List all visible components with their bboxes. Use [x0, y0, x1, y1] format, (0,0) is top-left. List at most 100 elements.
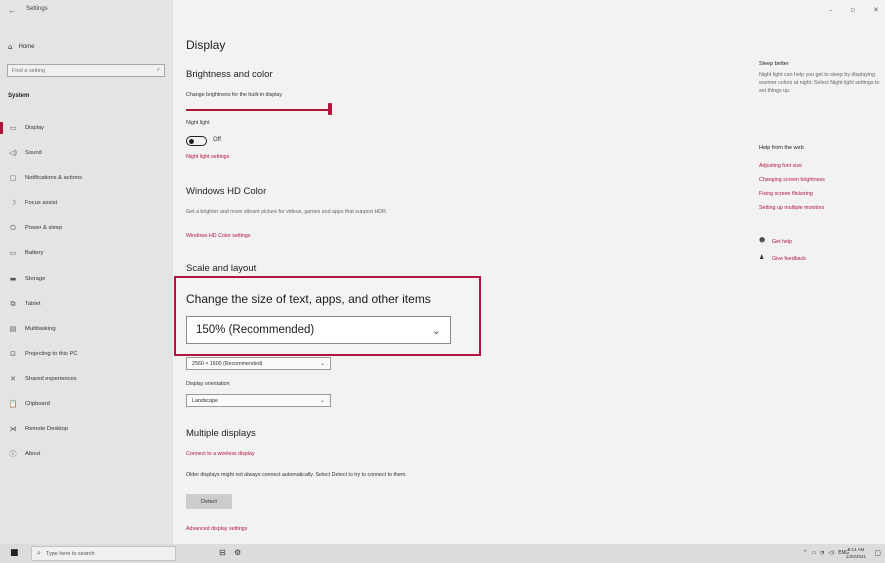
chevron-down-icon: ⌄ — [319, 397, 325, 404]
system-tray: ^ ▭ ◔ ◁) ENG — [803, 550, 849, 556]
night-light-state: Off — [213, 137, 221, 143]
clock[interactable]: 8:14 AM 1/20/2021 — [846, 546, 866, 560]
sidebar-item-label: Battery — [25, 250, 44, 256]
moon-icon: ☽ — [9, 199, 17, 207]
search-placeholder: Find a setting — [12, 67, 46, 74]
orientation-value: Landscape — [192, 397, 218, 404]
resolution-dropdown[interactable]: 2560 × 1600 (Recommended) ⌄ — [186, 357, 331, 370]
get-help-icon: ☻ — [759, 237, 766, 244]
multitasking-icon: ▤ — [9, 325, 17, 333]
help-link-font-size[interactable]: Adjusting font size — [759, 163, 802, 169]
remote-desktop-icon: ⋊ — [9, 425, 17, 433]
sidebar-item-label: Notifications & actions — [25, 175, 83, 181]
sidebar-item-label: Projecting to this PC — [25, 351, 78, 357]
sleep-better-heading: Sleep better — [759, 61, 789, 67]
hdr-heading: Windows HD Color — [186, 186, 267, 197]
sidebar-item-focus-assist[interactable]: ☽ Focus assist — [0, 194, 173, 212]
sidebar: ← Settings ⌂ Home Find a setting ⌕ Syste… — [0, 0, 173, 544]
sidebar-item-label: Focus assist — [25, 200, 58, 206]
sidebar-item-sound[interactable]: ◁) Sound — [0, 144, 173, 162]
orientation-dropdown[interactable]: Landscape ⌄ — [186, 394, 331, 407]
battery-icon: ▭ — [9, 249, 17, 257]
search-icon: ⌕ — [37, 549, 41, 557]
sidebar-item-label: Multitasking — [25, 326, 56, 332]
detect-button[interactable]: Detect — [186, 494, 232, 509]
wireless-display-link[interactable]: Connect to a wireless display — [186, 451, 255, 457]
sidebar-item-label: Remote Desktop — [25, 426, 69, 432]
scale-callout-label: Change the size of text, apps, and other… — [186, 292, 431, 306]
notification-center-icon[interactable]: ▢ — [874, 549, 881, 557]
windows-start-icon[interactable]: ■ — [10, 549, 19, 558]
sidebar-item-projecting[interactable]: ⊡ Projecting to this PC — [0, 345, 173, 363]
sidebar-item-clipboard[interactable]: 📋 Clipboard — [0, 395, 173, 413]
sidebar-item-label: Sound — [25, 150, 42, 156]
sidebar-home[interactable]: ⌂ Home — [8, 43, 34, 51]
sidebar-item-notifications[interactable]: ▢ Notifications & actions — [0, 169, 173, 187]
sidebar-item-battery[interactable]: ▭ Battery — [0, 244, 173, 262]
help-link-monitors[interactable]: Setting up multiple monitors — [759, 205, 824, 211]
sidebar-item-remote-desktop[interactable]: ⋊ Remote Desktop — [0, 420, 173, 438]
sidebar-item-label: Storage — [25, 276, 46, 282]
tablet-icon: ⧉ — [10, 299, 16, 308]
minimize-icon[interactable]: – — [829, 6, 833, 14]
hdr-description: Get a brighter and more vibrant picture … — [186, 209, 388, 215]
page-title: Display — [186, 38, 226, 52]
sidebar-item-about[interactable]: ⓘ About — [0, 445, 173, 463]
sidebar-item-label: About — [25, 451, 41, 457]
sidebar-item-label: Clipboard — [25, 401, 50, 407]
active-indicator — [0, 122, 3, 134]
give-feedback-link[interactable]: Give feedback — [772, 256, 806, 262]
sleep-better-text: Night light can help you get to sleep by… — [759, 72, 880, 94]
home-label: Home — [18, 44, 35, 50]
shared-icon: ✕ — [10, 375, 16, 383]
help-link-flickering[interactable]: Fixing screen flickering — [759, 191, 813, 197]
window-title: Settings — [26, 6, 48, 12]
taskbar-search[interactable]: ⌕ Type here to search — [31, 546, 176, 561]
volume-icon[interactable]: ◁) — [828, 550, 834, 556]
chevron-down-icon: ⌄ — [431, 323, 441, 337]
sidebar-item-power-sleep[interactable]: ⏻ Power & sleep — [0, 219, 173, 237]
help-link-brightness[interactable]: Changing screen brightness — [759, 177, 825, 183]
battery-icon[interactable]: ▭ — [811, 550, 816, 556]
sidebar-item-label: Tablet — [25, 301, 41, 307]
night-light-settings-link[interactable]: Night light settings — [186, 154, 229, 160]
scale-heading: Scale and layout — [186, 263, 257, 274]
orientation-label: Display orientation — [186, 381, 230, 387]
clock-time: 8:14 AM — [847, 547, 865, 552]
brightness-heading: Brightness and color — [186, 69, 273, 80]
task-view-icon[interactable]: ⊟ — [219, 548, 226, 557]
settings-gear-icon[interactable]: ⚙ — [234, 548, 241, 557]
storage-icon: ▬ — [9, 275, 17, 283]
maximize-icon[interactable]: ▫ — [850, 6, 855, 14]
sidebar-item-shared-experiences[interactable]: ✕ Shared experiences — [0, 370, 173, 388]
window-controls: – ▫ ✕ — [829, 6, 879, 14]
night-light-label: Night light — [186, 120, 210, 126]
sidebar-item-tablet[interactable]: ⧉ Tablet — [0, 295, 173, 313]
detect-description: Older displays might not always connect … — [186, 472, 407, 478]
brightness-slider-track[interactable] — [186, 109, 332, 111]
hdr-settings-link[interactable]: Windows HD Color settings — [186, 233, 250, 239]
scale-value: 150% (Recommended) — [196, 324, 315, 336]
brightness-slider-label: Change brightness for the built-in displ… — [186, 92, 282, 98]
section-label: System — [8, 93, 30, 99]
scale-dropdown[interactable]: 150% (Recommended) ⌄ — [186, 316, 451, 344]
get-help-link[interactable]: Get help — [772, 239, 792, 245]
sidebar-item-multitasking[interactable]: ▤ Multitasking — [0, 320, 173, 338]
search-icon: ⌕ — [156, 67, 160, 73]
clock-date: 1/20/2021 — [845, 554, 866, 559]
close-icon[interactable]: ✕ — [873, 6, 879, 14]
back-arrow-icon[interactable]: ← — [8, 6, 16, 15]
sidebar-item-label: Power & sleep — [25, 225, 63, 231]
sidebar-item-storage[interactable]: ▬ Storage — [0, 270, 173, 288]
night-light-toggle[interactable] — [186, 136, 207, 146]
multiple-displays-heading: Multiple displays — [186, 428, 256, 439]
wifi-icon[interactable]: ◔ — [820, 550, 824, 556]
brightness-slider-thumb[interactable] — [328, 103, 332, 115]
scale-callout: Change the size of text, apps, and other… — [174, 276, 481, 356]
clipboard-icon: 📋 — [8, 400, 18, 408]
projector-icon: ⊡ — [10, 350, 16, 358]
sidebar-item-display[interactable]: ▭ Display — [0, 119, 173, 137]
advanced-display-link[interactable]: Advanced display settings — [186, 526, 247, 532]
chevron-up-icon[interactable]: ^ — [803, 550, 807, 556]
search-input[interactable]: Find a setting ⌕ — [7, 64, 165, 77]
